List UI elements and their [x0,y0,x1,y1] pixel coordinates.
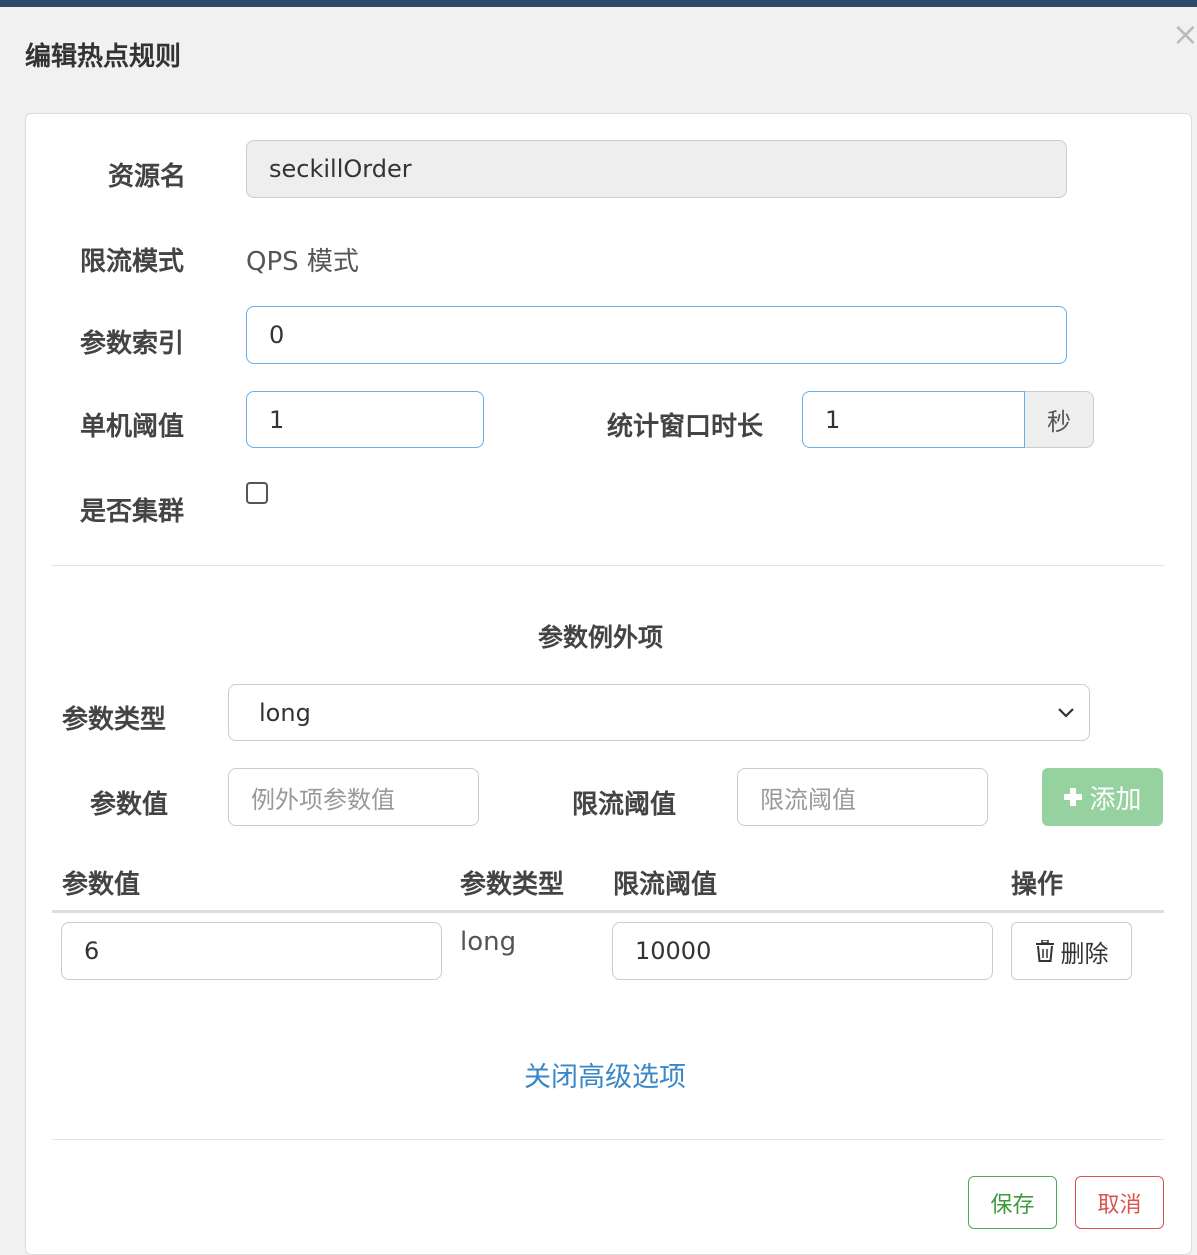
window-duration-label: 统计窗口时长 [607,412,764,442]
window-duration-value: 1 [825,405,841,434]
cancel-button[interactable]: 取消 [1075,1176,1164,1229]
param-type-select[interactable]: long [228,684,1090,741]
param-index-value: 0 [269,321,285,349]
chevron-down-icon [1058,708,1074,718]
table-header-divider [52,910,1164,913]
param-type-label: 参数类型 [62,705,167,735]
row-limit-input[interactable]: 10000 [612,922,993,980]
section-divider [52,565,1164,566]
limit-threshold-input[interactable]: 限流阈值 [737,768,988,826]
threshold-value: 1 [269,405,285,434]
delete-row-button[interactable]: 删除 [1011,922,1132,980]
column-header-param-type: 参数类型 [460,870,565,900]
resource-name-label: 资源名 [108,162,187,192]
row-limit-value: 10000 [635,937,712,965]
limit-threshold-label: 限流阈值 [572,790,677,820]
cluster-checkbox[interactable] [246,482,268,504]
top-nav-bar [0,0,1197,7]
row-param-type: long [460,927,517,957]
threshold-label: 单机阈值 [80,412,185,442]
row-param-value-input[interactable]: 6 [61,922,442,980]
add-button-label: 添加 [1089,784,1142,815]
trash-icon [1035,940,1054,962]
close-icon[interactable]: × [1172,18,1197,50]
exceptions-section-title: 参数例外项 [538,623,664,652]
delete-button-label: 删除 [1060,939,1109,968]
column-header-param-value: 参数值 [62,870,141,900]
column-header-action: 操作 [1011,870,1064,900]
column-header-limit: 限流阈值 [613,870,718,900]
resource-name-value: seckillOrder [269,155,412,183]
window-unit-addon: 秒 [1025,391,1094,448]
close-advanced-options-link[interactable]: 关闭高级选项 [524,1055,686,1094]
param-value-input[interactable]: 例外项参数值 [228,768,479,826]
row-param-value: 6 [84,937,100,965]
cluster-label: 是否集群 [80,497,185,527]
window-duration-input[interactable]: 1 [802,391,1025,448]
limit-mode-label: 限流模式 [80,247,185,277]
limit-mode-value: QPS 模式 [246,247,359,277]
dialog-title: 编辑热点规则 [25,42,182,72]
param-index-label: 参数索引 [80,329,185,359]
limit-threshold-placeholder: 限流阈值 [760,785,856,814]
param-value-label: 参数值 [90,790,169,820]
plus-icon [1064,788,1083,806]
footer-divider [52,1139,1164,1140]
threshold-input[interactable]: 1 [246,391,484,448]
param-type-selected: long [259,698,311,727]
save-button[interactable]: 保存 [968,1176,1057,1229]
param-index-input[interactable]: 0 [246,306,1067,364]
resource-name-input: seckillOrder [246,140,1067,198]
add-exception-button[interactable]: 添加 [1042,768,1163,826]
param-value-placeholder: 例外项参数值 [251,785,395,814]
